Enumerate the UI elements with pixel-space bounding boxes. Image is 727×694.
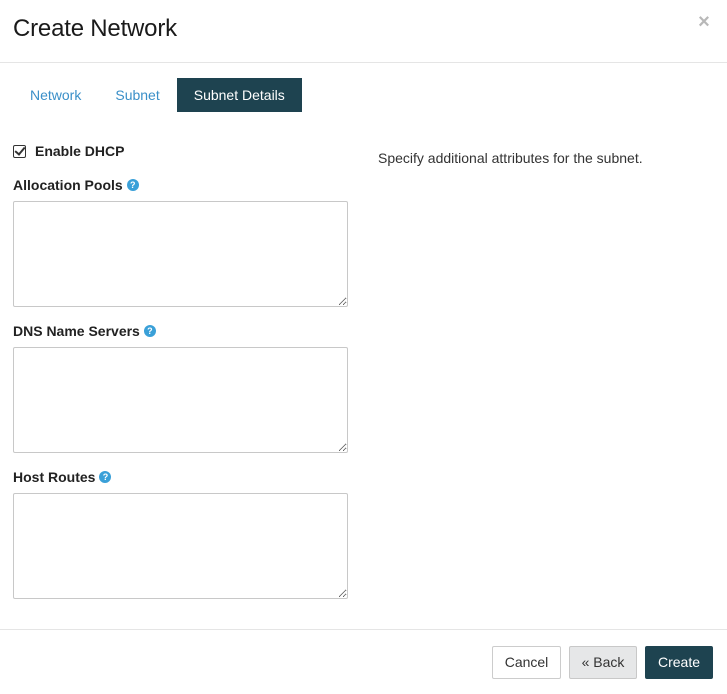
help-icon[interactable]: ? bbox=[143, 325, 156, 337]
tab-subnet-details[interactable]: Subnet Details bbox=[176, 78, 302, 112]
tab-subnet[interactable]: Subnet bbox=[98, 78, 176, 112]
modal-header: Create Network × bbox=[0, 0, 727, 63]
wizard-tabs: Network Subnet Subnet Details bbox=[13, 78, 302, 112]
dns-name-servers-label: DNS Name Servers ? bbox=[13, 323, 156, 339]
modal-title: Create Network bbox=[13, 15, 177, 42]
help-icon[interactable]: ? bbox=[126, 179, 139, 191]
close-icon[interactable]: × bbox=[694, 10, 714, 34]
dns-name-servers-textarea[interactable] bbox=[13, 347, 348, 453]
host-routes-label: Host Routes ? bbox=[13, 469, 112, 485]
allocation-pools-textarea[interactable] bbox=[13, 201, 348, 307]
host-routes-textarea[interactable] bbox=[13, 493, 348, 599]
enable-dhcp-checkbox[interactable] bbox=[13, 144, 26, 158]
allocation-pools-label-text: Allocation Pools bbox=[13, 177, 123, 193]
tab-network[interactable]: Network bbox=[13, 78, 98, 112]
cancel-button[interactable]: Cancel bbox=[492, 646, 561, 679]
step-description: Specify additional attributes for the su… bbox=[378, 150, 643, 166]
allocation-pools-label: Allocation Pools ? bbox=[13, 177, 139, 193]
create-button[interactable]: Create bbox=[645, 646, 713, 679]
help-icon[interactable]: ? bbox=[99, 471, 112, 483]
dns-name-servers-label-text: DNS Name Servers bbox=[13, 323, 140, 339]
enable-dhcp-label[interactable]: Enable DHCP bbox=[35, 143, 124, 159]
enable-dhcp-row: Enable DHCP bbox=[13, 142, 124, 160]
back-button[interactable]: « Back bbox=[569, 646, 637, 679]
host-routes-label-text: Host Routes bbox=[13, 469, 96, 485]
